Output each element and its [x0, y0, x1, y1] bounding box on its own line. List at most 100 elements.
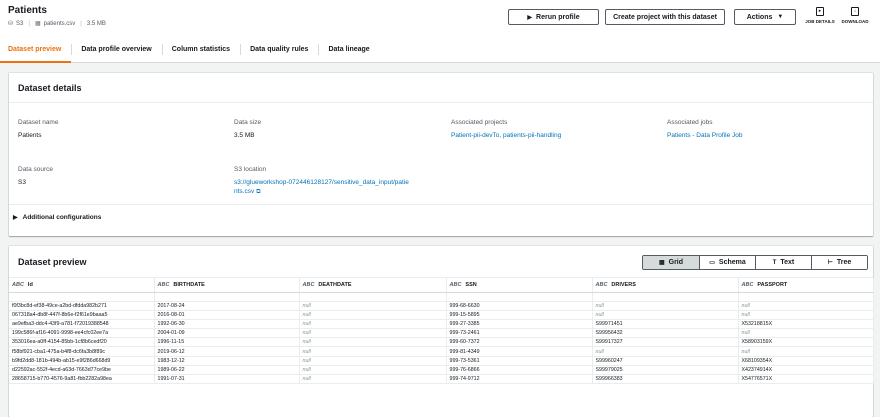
tab-data-lineage[interactable]: Data lineage	[318, 36, 379, 63]
table-cell: 2019-06-12	[154, 346, 300, 357]
table-cell: X68109354X	[738, 356, 874, 366]
view-tree-button[interactable]: ⊢ Tree	[811, 256, 867, 269]
job-details-icon: ▸	[816, 7, 824, 16]
table-cell: 353016ea-a0ff-4154-85bb-1cf8b6cedf20	[9, 337, 155, 348]
column-header[interactable]: ABC Id	[9, 278, 155, 293]
table-row[interactable]: f0f3bc8d-ef38-49ce-a2bd-dfdda982b271 2017…	[9, 301, 874, 311]
table-cell: 2004-01-09	[154, 328, 300, 339]
column-header-label: Id	[27, 281, 33, 288]
play-icon: ▶	[527, 14, 533, 21]
table-cell: null	[299, 319, 447, 330]
view-mode-switcher: ▦ Grid ▭ Schema T Text ⊢ Tree	[642, 255, 868, 270]
dataset-preview-panel: Dataset preview ▦ Grid ▭ Schema T Text ⊢ Tre…	[9, 246, 874, 417]
view-schema-button[interactable]: ▭ Schema	[699, 256, 755, 269]
table-cell: null	[738, 346, 874, 357]
column-header[interactable]: ABC DEATHDATE	[299, 278, 447, 293]
table-spacer-row	[9, 292, 874, 302]
table-cell: null	[299, 310, 447, 320]
create-project-button[interactable]: Create project with this dataset	[605, 9, 725, 25]
column-header[interactable]: ABC BIRTHDATE	[154, 278, 300, 293]
table-cell: null	[592, 310, 739, 320]
table-cell: 999-15-5895	[446, 310, 593, 320]
table-row[interactable]: 353016ea-a0ff-4154-85bb-1cf8b6cedf20 1996…	[9, 337, 874, 348]
associated-jobs-field: Associated jobs Patients - Data Profile …	[667, 119, 743, 140]
page-header: Patients ⛁ S3 | ▦ patients.csv | 3.5 MB …	[0, 0, 880, 36]
table-cell: null	[299, 328, 447, 339]
tab-column-statistics[interactable]: Column statistics	[161, 36, 240, 63]
table-cell: S99956432	[592, 328, 739, 339]
table-row[interactable]: 28658715-b770-4576-9a81-fbb2282a98ea 1991…	[9, 374, 874, 385]
actions-label: Actions	[746, 13, 773, 21]
table-row[interactable]: 199c586f-af16-4091-9998-ee4cfc02ee7a 2004…	[9, 328, 874, 339]
file-icon: ▦	[34, 21, 41, 27]
dataset-name-label: Dataset name	[18, 119, 59, 126]
table-cell: 999-73-5361	[446, 356, 593, 366]
view-text-button[interactable]: T Text	[755, 256, 811, 269]
tab-dataset-preview[interactable]: Dataset preview	[0, 36, 72, 63]
table-cell: X54776571X	[738, 374, 874, 385]
table-cell: 2016-08-01	[154, 310, 300, 320]
preview-table: ABC Id ABC BIRTHDATE ABC DEATHDATE ABC SSN A…	[9, 278, 874, 385]
table-row[interactable]: b9fd2dd8-181b-494b-ab15-e9f286d668d9 1983…	[9, 356, 874, 366]
data-source-field: Data source S3	[18, 166, 53, 187]
text-icon: T	[772, 259, 777, 266]
column-header[interactable]: ABC PASSPORT	[738, 278, 874, 293]
s3-location-label: S3 location	[234, 166, 267, 173]
table-cell: S99966383	[592, 374, 739, 385]
schema-icon: ▭	[709, 260, 715, 266]
job-details-label: JOB DETAILS	[805, 19, 835, 24]
dataset-preview-header: Dataset preview ▦ Grid ▭ Schema T Text ⊢ Tre…	[9, 246, 873, 278]
table-cell: 999-76-6866	[446, 365, 593, 376]
data-size-value: 3.5 MB	[234, 132, 255, 139]
column-header[interactable]: ABC SSN	[446, 278, 593, 293]
table-row[interactable]: f58bf921-cba1-475a-b4f8-dc6fa3b8f89c 2019…	[9, 346, 874, 357]
table-cell: 2017-08-24	[154, 301, 300, 311]
table-row[interactable]: 067318a4-db8f-447f-8b6e-f2f61e9baaa5 2016…	[9, 310, 874, 320]
string-type-icon: ABC	[302, 281, 315, 288]
rerun-profile-button[interactable]: ▶ Rerun profile	[508, 9, 599, 25]
preview-table-body: f0f3bc8d-ef38-49ce-a2bd-dfdda982b271 2017…	[9, 292, 874, 385]
associated-jobs-label: Associated jobs	[667, 119, 713, 126]
table-cell: 1992-06-30	[154, 319, 300, 330]
string-type-icon: ABC	[157, 281, 170, 288]
table-cell: null	[299, 356, 447, 366]
table-cell: null	[738, 310, 874, 320]
table-cell: null	[299, 365, 447, 376]
actions-dropdown[interactable]: Actions ▼	[734, 9, 796, 25]
table-cell: 1989-06-22	[154, 365, 300, 376]
table-cell: null	[738, 301, 874, 311]
table-header-row: ABC Id ABC BIRTHDATE ABC DEATHDATE ABC SSN A…	[9, 278, 874, 293]
table-row[interactable]: ae9efba3-ddc4-43f9-a781-f72019388548 1992…	[9, 319, 874, 330]
page-title: Patients	[8, 5, 47, 16]
view-text-label: Text	[780, 259, 795, 266]
table-cell: 999-27-3385	[446, 319, 593, 330]
table-cell: 1996-11-15	[154, 337, 300, 348]
job-details-button[interactable]: ▸ JOB DETAILS	[804, 7, 836, 29]
table-cell: f0f3bc8d-ef38-49ce-a2bd-dfdda982b271	[9, 301, 155, 311]
table-cell: S99979025	[592, 365, 739, 376]
table-cell: null	[299, 301, 447, 311]
associated-jobs-link[interactable]: Patients - Data Profile Job	[667, 131, 743, 140]
table-cell: 199c586f-af16-4091-9998-ee4cfc02ee7a	[9, 328, 155, 339]
table-cell: null	[299, 337, 447, 348]
tab-data-profile-overview[interactable]: Data profile overview	[71, 36, 161, 63]
download-button[interactable]: ↓ DOWNLOAD	[839, 7, 871, 29]
s3-location-link[interactable]: s3://glueworkshop-072446128127/sensitive…	[234, 178, 409, 197]
table-row[interactable]: d22592ac-552f-4ecd-a63d-7663d77ce9be 1989…	[9, 365, 874, 376]
data-size-label: Data size	[234, 119, 262, 126]
table-cell: 999-74-9712	[446, 374, 593, 385]
column-header-label: DRIVERS	[611, 281, 636, 288]
table-cell: S99971451	[592, 319, 739, 330]
dataset-name-value: Patients	[18, 132, 42, 139]
tab-data-quality-rules[interactable]: Data quality rules	[240, 36, 318, 63]
table-cell: null	[299, 374, 447, 385]
view-grid-button[interactable]: ▦ Grid	[643, 256, 699, 269]
file-name: patients.csv	[43, 20, 76, 27]
associated-projects-link[interactable]: Patient-pii-devTo, patients-pii-handling	[451, 131, 561, 140]
table-cell: 067318a4-db8f-447f-8b6e-f2f61e9baaa5	[9, 310, 155, 320]
rerun-profile-label: Rerun profile	[536, 13, 580, 21]
column-header[interactable]: ABC DRIVERS	[592, 278, 739, 293]
dataset-meta: ⛁ S3 | ▦ patients.csv | 3.5 MB	[8, 20, 106, 28]
additional-configurations-toggle[interactable]: ▶ Additional configurations	[9, 204, 873, 221]
table-cell: 28658715-b770-4576-9a81-fbb2282a98ea	[9, 374, 155, 385]
